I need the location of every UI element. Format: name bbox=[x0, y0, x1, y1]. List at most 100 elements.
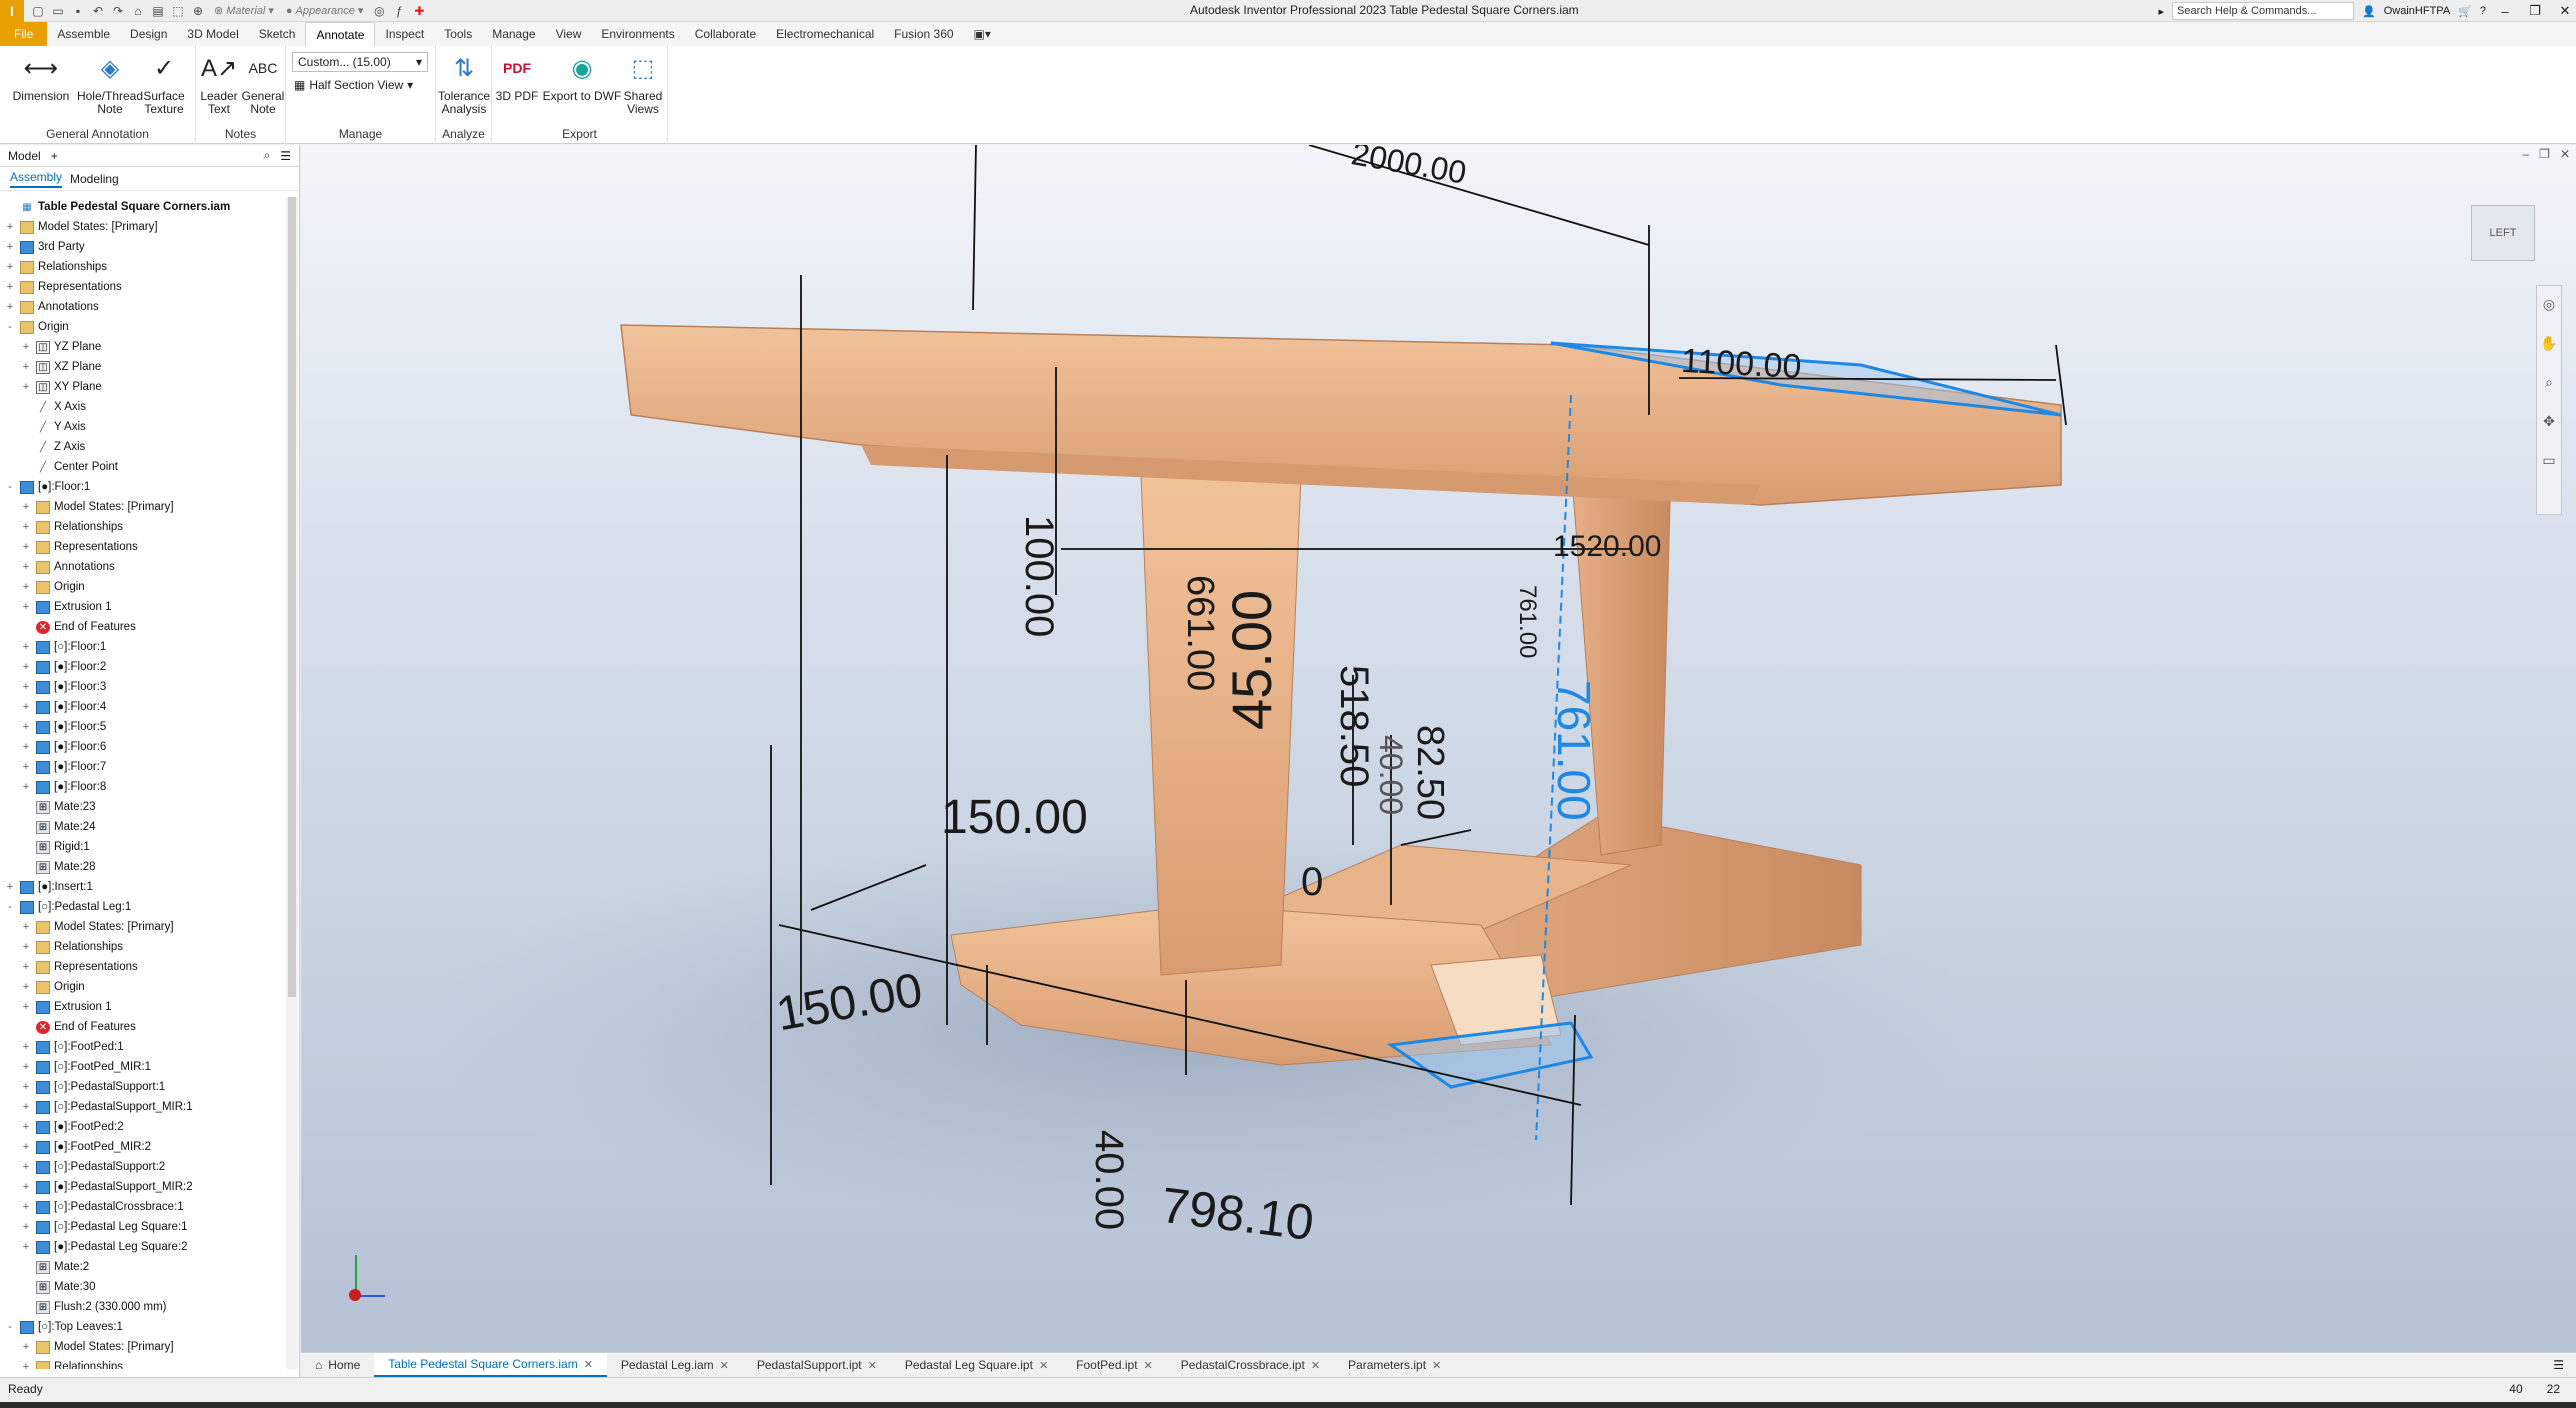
tree-node[interactable]: ⊞ Mate:2 bbox=[0, 1257, 286, 1277]
expand-icon[interactable]: + bbox=[20, 1161, 32, 1173]
close-tab-icon[interactable]: ✕ bbox=[720, 1359, 729, 1372]
expand-icon[interactable]: + bbox=[20, 361, 32, 373]
tree-node[interactable]: ╱ Z Axis bbox=[0, 437, 286, 457]
tree-node[interactable]: + ◫ YZ Plane bbox=[0, 337, 286, 357]
tree-node[interactable]: + [●]:Floor:8 bbox=[0, 777, 286, 797]
dim-761-small[interactable]: 761.00 bbox=[1513, 585, 1541, 658]
app-logo[interactable]: I bbox=[0, 0, 24, 22]
collapse-icon[interactable]: - bbox=[4, 1321, 16, 1333]
zoom-icon[interactable]: ⌕ bbox=[2545, 374, 2553, 391]
appearance-dropdown[interactable]: ● Appearance ▾ bbox=[282, 3, 368, 19]
expand-icon[interactable]: + bbox=[20, 701, 32, 713]
update-icon[interactable]: ⊕ bbox=[190, 3, 206, 19]
doc-tab[interactable]: Pedastal Leg Square.ipt ✕ bbox=[891, 1353, 1062, 1377]
tree-node[interactable]: ╱ X Axis bbox=[0, 397, 286, 417]
collapse-icon[interactable]: - bbox=[4, 901, 16, 913]
export-dwf-button[interactable]: ◉ Export to DWF bbox=[540, 50, 624, 103]
tree-node[interactable]: + Model States: [Primary] bbox=[0, 1337, 286, 1357]
doc-tab[interactable]: PedastalSupport.ipt ✕ bbox=[743, 1353, 891, 1377]
tree-node[interactable]: ✕ End of Features bbox=[0, 1017, 286, 1037]
shared-views-button[interactable]: ⬚ Shared Views bbox=[620, 50, 666, 116]
undo-icon[interactable]: ↶ bbox=[90, 3, 106, 19]
tab-annotate[interactable]: Annotate bbox=[305, 22, 376, 46]
tab-assemble[interactable]: Assemble bbox=[47, 22, 120, 46]
tree-node[interactable]: ⊞ Mate:24 bbox=[0, 817, 286, 837]
viewport-minimize-icon[interactable]: – bbox=[2522, 147, 2529, 161]
dim-518-50[interactable]: 518.50 bbox=[1331, 665, 1376, 787]
tree-node[interactable]: - [○]:Top Leaves:1 bbox=[0, 1317, 286, 1337]
dimension-button[interactable]: ⟷ Dimension bbox=[6, 50, 76, 103]
close-tab-icon[interactable]: ✕ bbox=[1432, 1359, 1441, 1372]
expand-icon[interactable]: + bbox=[20, 721, 32, 733]
pan-icon[interactable]: ✋ bbox=[2540, 335, 2557, 352]
tree-node[interactable]: + Relationships bbox=[0, 257, 286, 277]
tab-home[interactable]: ⌂ Home bbox=[301, 1353, 374, 1377]
close-tab-icon[interactable]: ✕ bbox=[1039, 1359, 1048, 1372]
tree-node[interactable]: + Relationships bbox=[0, 937, 286, 957]
expand-icon[interactable]: + bbox=[4, 281, 16, 293]
expand-icon[interactable]: + bbox=[20, 1081, 32, 1093]
expand-icon[interactable]: + bbox=[20, 961, 32, 973]
tab-inspect[interactable]: Inspect bbox=[375, 22, 434, 46]
expand-icon[interactable]: + bbox=[20, 1061, 32, 1073]
dim-1100[interactable]: 1100.00 bbox=[1680, 342, 1802, 387]
tree-node[interactable]: + [○]:FootPed_MIR:1 bbox=[0, 1057, 286, 1077]
tree-node[interactable]: ⊞ Rigid:1 bbox=[0, 837, 286, 857]
expand-icon[interactable]: + bbox=[20, 1201, 32, 1213]
tree-node[interactable]: + [●]:Pedastal Leg Square:2 bbox=[0, 1237, 286, 1257]
expand-icon[interactable]: + bbox=[20, 641, 32, 653]
annotation-scale-combo[interactable]: Custom... (15.00) ▾ bbox=[292, 52, 428, 72]
expand-icon[interactable]: + bbox=[20, 761, 32, 773]
surface-texture-button[interactable]: ✓ Surface Texture bbox=[134, 50, 194, 116]
viewport-close-icon[interactable]: ✕ bbox=[2560, 147, 2570, 161]
search-icon[interactable]: ⌕ bbox=[264, 148, 271, 163]
tab-tools[interactable]: Tools bbox=[434, 22, 482, 46]
tree-node[interactable]: ⊞ Flush:2 (330.000 mm) bbox=[0, 1297, 286, 1317]
general-note-button[interactable]: ABC General Note bbox=[240, 50, 286, 116]
new-file-icon[interactable]: ▢ bbox=[30, 3, 46, 19]
tree-node[interactable]: + Origin bbox=[0, 977, 286, 997]
dim-40-lower[interactable]: 40.00 bbox=[1086, 1130, 1131, 1230]
expand-icon[interactable]: + bbox=[20, 541, 32, 553]
tree-node[interactable]: + [●]:Insert:1 bbox=[0, 877, 286, 897]
expand-icon[interactable]: + bbox=[20, 341, 32, 353]
tab-sketch[interactable]: Sketch bbox=[249, 22, 306, 46]
user-name[interactable]: OwainHFTPA bbox=[2384, 5, 2450, 17]
expand-icon[interactable]: + bbox=[20, 1001, 32, 1013]
collapse-icon[interactable]: - bbox=[4, 321, 16, 333]
tab-view[interactable]: View bbox=[546, 22, 592, 46]
select-icon[interactable]: ⬚ bbox=[170, 3, 186, 19]
viewcube[interactable]: LEFT bbox=[2471, 205, 2535, 261]
tree-node[interactable]: + ◫ XY Plane bbox=[0, 377, 286, 397]
expand-icon[interactable]: + bbox=[20, 921, 32, 933]
close-tab-icon[interactable]: ✕ bbox=[1144, 1359, 1153, 1372]
save-icon[interactable]: ▪ bbox=[70, 3, 86, 19]
tolerance-analysis-button[interactable]: ⇅ Tolerance Analysis bbox=[436, 50, 492, 116]
menu-icon[interactable]: ☰ bbox=[280, 149, 291, 163]
search-expand-icon[interactable]: ▸ bbox=[2159, 5, 2165, 18]
tree-node[interactable]: + Model States: [Primary] bbox=[0, 217, 286, 237]
tree-node[interactable]: + Representations bbox=[0, 277, 286, 297]
tree-node[interactable]: + Model States: [Primary] bbox=[0, 917, 286, 937]
ribbon-options-icon[interactable]: ▣▾ bbox=[964, 22, 1001, 46]
expand-icon[interactable]: + bbox=[20, 741, 32, 753]
doc-tab[interactable]: Pedastal Leg.iam ✕ bbox=[607, 1353, 743, 1377]
tab-environments[interactable]: Environments bbox=[591, 22, 684, 46]
cart-icon[interactable]: 🛒 bbox=[2458, 5, 2472, 18]
tree-node[interactable]: - Origin bbox=[0, 317, 286, 337]
tree-node[interactable]: + [●]:Floor:2 bbox=[0, 657, 286, 677]
dim-100[interactable]: 100.00 bbox=[1016, 515, 1061, 637]
dim-661[interactable]: 661.00 bbox=[1178, 575, 1221, 691]
tree-node[interactable]: + [○]:Pedastal Leg Square:1 bbox=[0, 1217, 286, 1237]
close-button[interactable]: ✕ bbox=[2554, 3, 2576, 19]
open-file-icon[interactable]: ▭ bbox=[50, 3, 66, 19]
tree-node[interactable]: + [○]:PedastalCrossbrace:1 bbox=[0, 1197, 286, 1217]
expand-icon[interactable]: + bbox=[20, 661, 32, 673]
tree-node[interactable]: + Representations bbox=[0, 537, 286, 557]
expand-icon[interactable]: + bbox=[20, 1121, 32, 1133]
expand-icon[interactable]: + bbox=[20, 1041, 32, 1053]
redo-icon[interactable]: ↷ bbox=[110, 3, 126, 19]
tree-node[interactable]: + Relationships bbox=[0, 517, 286, 537]
expand-icon[interactable]: + bbox=[20, 1361, 32, 1369]
steering-wheel-icon[interactable]: ◎ bbox=[2543, 296, 2555, 313]
